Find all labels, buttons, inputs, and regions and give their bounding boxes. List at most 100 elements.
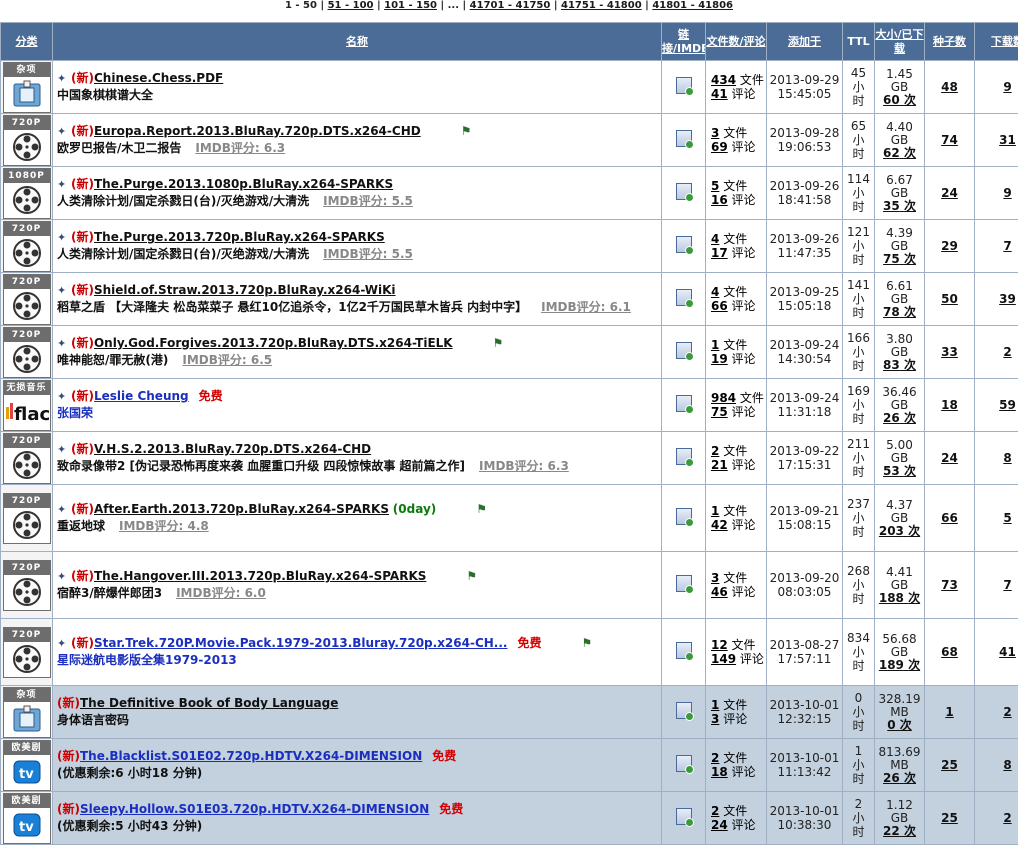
comment-count-link[interactable]: 19 (711, 352, 728, 366)
file-count-link[interactable]: 12 (711, 638, 728, 652)
download-link-icon[interactable] (676, 448, 692, 465)
link-cell[interactable] (662, 485, 706, 552)
downloads-count-link[interactable]: 39 (975, 273, 1018, 326)
file-count-link[interactable]: 2 (711, 444, 719, 458)
seeders-count-link[interactable]: 68 (925, 619, 975, 686)
link-cell[interactable] (662, 686, 706, 739)
category-badge[interactable]: 720P (3, 627, 51, 678)
seeders-count-link[interactable]: 24 (925, 167, 975, 220)
link-cell[interactable] (662, 220, 706, 273)
category-cell[interactable]: 720P (1, 220, 53, 273)
comment-count-link[interactable]: 18 (711, 765, 728, 779)
downloads-count-link[interactable]: 7 (975, 552, 1018, 619)
download-link-icon[interactable] (676, 575, 692, 592)
torrent-title-link[interactable]: The.Hangover.III.2013.720p.BluRay.x264-S… (94, 569, 426, 583)
file-count-link[interactable]: 3 (711, 126, 719, 140)
file-count-link[interactable]: 984 (711, 391, 736, 405)
header-downloads[interactable]: 下载数 (975, 23, 1018, 61)
header-link[interactable]: 链接/IMDB (662, 23, 706, 61)
comment-count-link[interactable]: 42 (711, 518, 728, 532)
torrent-title-link[interactable]: Star.Trek.720P.Movie.Pack.1979-2013.Blur… (94, 636, 508, 650)
imdb-rating-link[interactable]: IMDB评分: 6.0 (176, 586, 266, 600)
header-added[interactable]: 添加于 (767, 23, 843, 61)
torrent-title-link[interactable]: Shield.of.Straw.2013.720p.BluRay.x264-Wi… (94, 283, 396, 297)
file-count-link[interactable]: 1 (711, 698, 719, 712)
link-cell[interactable] (662, 273, 706, 326)
header-size[interactable]: 大小/已下载 (875, 23, 925, 61)
file-count-link[interactable]: 4 (711, 285, 719, 299)
downloads-count-link[interactable]: 59 (975, 379, 1018, 432)
category-cell[interactable]: 1080P (1, 167, 53, 220)
category-cell[interactable]: 无损音乐flac (1, 379, 53, 432)
category-badge[interactable]: 杂项 (3, 687, 51, 738)
completed-count-link[interactable]: 22 次 (883, 824, 916, 838)
category-badge[interactable]: 欧美剧tv (3, 740, 51, 791)
torrent-title-link[interactable]: Sleepy.Hollow.S01E03.720p.HDTV.X264-DIME… (80, 802, 429, 816)
pager-link-2[interactable]: 51 - 100 (328, 0, 374, 11)
category-cell[interactable]: 杂项 (1, 61, 53, 114)
category-cell[interactable]: 720P (1, 552, 53, 619)
seeders-count-link[interactable]: 24 (925, 432, 975, 485)
category-badge[interactable]: 720P (3, 327, 51, 378)
completed-count-link[interactable]: 60 次 (883, 93, 916, 107)
completed-count-link[interactable]: 35 次 (883, 199, 916, 213)
download-link-icon[interactable] (676, 183, 692, 200)
category-cell[interactable]: 720P (1, 619, 53, 686)
pager-link-3[interactable]: 101 - 150 (384, 0, 437, 11)
download-link-icon[interactable] (676, 342, 692, 359)
download-link-icon[interactable] (676, 508, 692, 525)
downloads-count-link[interactable]: 8 (975, 432, 1018, 485)
imdb-rating-link[interactable]: IMDB评分: 6.1 (541, 300, 631, 314)
torrent-title-link[interactable]: After.Earth.2013.720p.BluRay.x264-SPARKS (94, 502, 389, 516)
bookmark-flag-icon[interactable]: ⚑ (466, 568, 477, 585)
downloads-count-link[interactable]: 31 (975, 114, 1018, 167)
header-seeders[interactable]: 种子数 (925, 23, 975, 61)
file-count-link[interactable]: 3 (711, 571, 719, 585)
imdb-rating-link[interactable]: IMDB评分: 6.3 (479, 459, 569, 473)
link-cell[interactable] (662, 552, 706, 619)
torrent-title-link[interactable]: The.Purge.2013.1080p.BluRay.x264-SPARKS (94, 177, 393, 191)
link-cell[interactable] (662, 792, 706, 845)
downloads-count-link[interactable]: 2 (975, 686, 1018, 739)
category-cell[interactable]: 720P (1, 485, 53, 552)
category-badge[interactable]: 720P (3, 433, 51, 484)
link-cell[interactable] (662, 114, 706, 167)
completed-count-link[interactable]: 26 次 (883, 411, 916, 425)
torrent-title-link[interactable]: The Definitive Book of Body Language (80, 696, 338, 710)
comment-count-link[interactable]: 16 (711, 193, 728, 207)
category-badge[interactable]: 720P (3, 560, 51, 611)
file-count-link[interactable]: 1 (711, 338, 719, 352)
category-badge[interactable]: 720P (3, 115, 51, 166)
pager-link-tail-3[interactable]: 41801 - 41806 (652, 0, 733, 11)
seeders-count-link[interactable]: 73 (925, 552, 975, 619)
category-cell[interactable]: 欧美剧tv (1, 792, 53, 845)
downloads-count-link[interactable]: 8 (975, 739, 1018, 792)
file-count-link[interactable]: 2 (711, 804, 719, 818)
imdb-rating-link[interactable]: IMDB评分: 6.5 (182, 353, 272, 367)
category-cell[interactable]: 杂项 (1, 686, 53, 739)
torrent-title-link[interactable]: Leslie Cheung (94, 389, 189, 403)
torrent-title-link[interactable]: Europa.Report.2013.BluRay.720p.DTS.x264-… (94, 124, 421, 138)
category-cell[interactable]: 720P (1, 326, 53, 379)
file-count-link[interactable]: 5 (711, 179, 719, 193)
bookmark-flag-icon[interactable]: ⚑ (476, 501, 487, 518)
download-link-icon[interactable] (676, 755, 692, 772)
header-files[interactable]: 文件数/评论 (706, 23, 767, 61)
category-cell[interactable]: 欧美剧tv (1, 739, 53, 792)
category-badge[interactable]: 1080P (3, 168, 51, 219)
download-link-icon[interactable] (676, 236, 692, 253)
bookmark-flag-icon[interactable]: ⚑ (461, 123, 472, 140)
comment-count-link[interactable]: 21 (711, 458, 728, 472)
seeders-count-link[interactable]: 25 (925, 739, 975, 792)
downloads-count-link[interactable]: 9 (975, 167, 1018, 220)
torrent-title-link[interactable]: The.Blacklist.S01E02.720p.HDTV.X264-DIME… (80, 749, 422, 763)
header-category[interactable]: 分类 (1, 23, 53, 61)
category-cell[interactable]: 720P (1, 432, 53, 485)
download-link-icon[interactable] (676, 130, 692, 147)
seeders-count-link[interactable]: 33 (925, 326, 975, 379)
torrent-title-link[interactable]: Chinese.Chess.PDF (94, 71, 223, 85)
torrent-title-link[interactable]: The.Purge.2013.720p.BluRay.x264-SPARKS (94, 230, 385, 244)
bookmark-flag-icon[interactable]: ⚑ (493, 335, 504, 352)
comment-count-link[interactable]: 75 (711, 405, 728, 419)
comment-count-link[interactable]: 149 (711, 652, 736, 666)
